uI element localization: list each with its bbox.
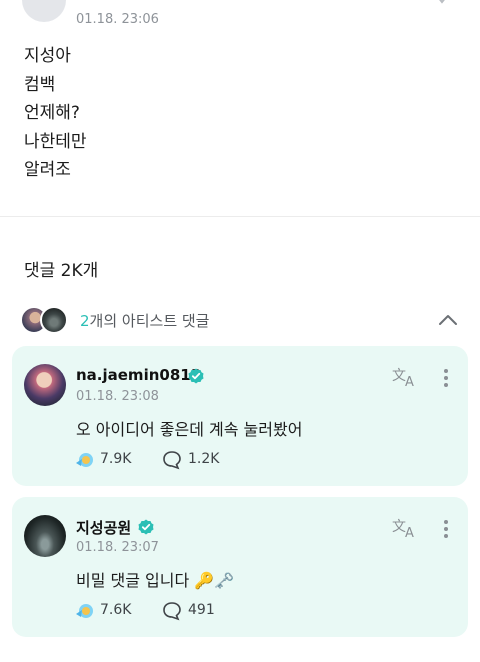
avatar[interactable] — [24, 515, 66, 557]
comment-time: 01.18. 23:08 — [76, 389, 159, 404]
section-divider — [0, 216, 480, 217]
comment-text: 오 아이디어 좋은데 계속 눌러봤어 — [76, 420, 303, 439]
post-line: 지성아 — [24, 46, 71, 66]
like-count: 7.9K — [100, 451, 132, 467]
comment-author[interactable]: na.jaemin0813 — [76, 366, 201, 384]
comment-time: 01.18. 23:07 — [76, 540, 159, 555]
translate-icon[interactable]: 文 A — [392, 366, 420, 388]
reply-button[interactable]: 1.2K — [162, 450, 232, 470]
artist-comments-label: 2개의 아티스트 댓글 — [80, 310, 209, 331]
reaction-icon — [76, 604, 93, 618]
post-line: 알려조 — [24, 160, 71, 180]
artist-comments-count: 2 — [80, 312, 90, 330]
like-button[interactable]: 7.9K — [74, 450, 144, 470]
post-line: 컴백 — [24, 74, 56, 95]
post-author-header: 01.18. 23:06 — [0, 0, 480, 36]
post-line: 나한테만 — [24, 131, 87, 152]
svg-text:A: A — [405, 526, 414, 539]
artist-comment-card: 지성공원 01.18. 23:07 비밀 댓글 입니다 🔑🗝️ 文 A 7.6K… — [12, 497, 468, 637]
comment-text: 비밀 댓글 입니다 🔑🗝️ — [76, 571, 235, 590]
artist-comments-toggle[interactable]: 2개의 아티스트 댓글 — [20, 304, 460, 336]
reply-count: 491 — [188, 602, 215, 618]
artist-comment-card: na.jaemin0813 01.18. 23:08 오 아이디어 좋은데 계속… — [12, 346, 468, 486]
like-count: 7.6K — [100, 602, 132, 618]
svg-text:文: 文 — [392, 368, 406, 384]
reply-button[interactable]: 491 — [162, 601, 232, 621]
reaction-icon — [76, 453, 93, 467]
verified-badge-icon — [188, 368, 204, 384]
svg-text:文: 文 — [392, 519, 406, 535]
comment-bubble-icon — [163, 451, 181, 470]
like-button[interactable]: 7.6K — [74, 601, 144, 621]
chevron-up-icon[interactable] — [436, 308, 460, 332]
artist-comments-suffix: 개의 아티스트 댓글 — [89, 312, 210, 330]
post-body: 지성아 컴백 언제해? 나한테만 알려조 — [24, 42, 87, 185]
more-vertical-icon[interactable] — [438, 366, 454, 390]
artist-avatar — [40, 306, 68, 334]
post-line: 언제해? — [24, 103, 80, 123]
post-time: 01.18. 23:06 — [76, 12, 159, 27]
corner-icon — [439, 0, 445, 4]
comment-bubble-icon — [163, 602, 181, 621]
post-author-avatar[interactable] — [22, 0, 66, 22]
comment-author[interactable]: 지성공원 — [76, 517, 131, 538]
svg-text:A: A — [405, 375, 414, 388]
translate-icon[interactable]: 文 A — [392, 517, 420, 539]
more-vertical-icon[interactable] — [438, 517, 454, 541]
reply-count: 1.2K — [188, 451, 220, 467]
avatar[interactable] — [24, 364, 66, 406]
comments-count-title: 댓글 2K개 — [24, 261, 99, 281]
verified-badge-icon — [138, 519, 154, 535]
